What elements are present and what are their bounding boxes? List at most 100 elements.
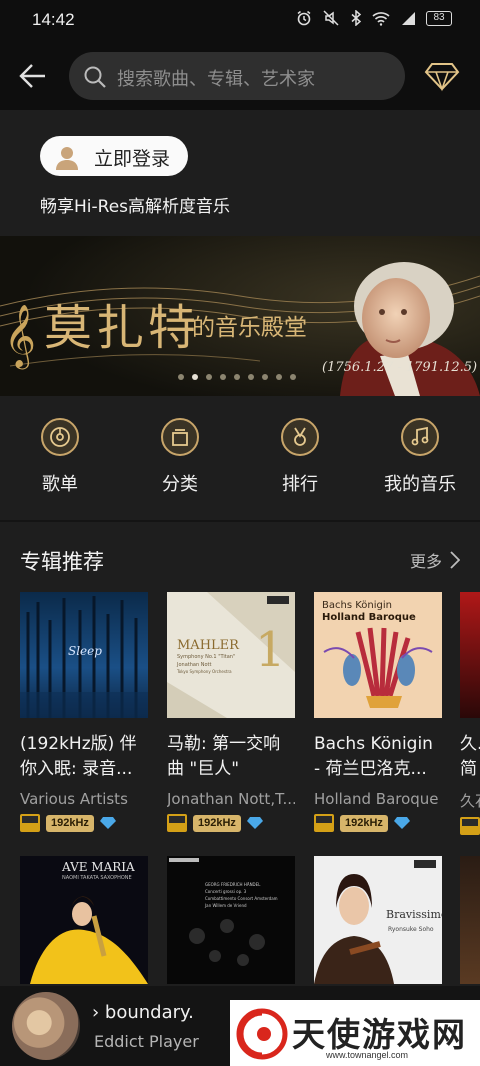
album-card[interactable]: Bachs Königin Holland Baroque Bachs Köni… [314, 592, 442, 832]
category-icon [161, 418, 199, 456]
alarm-icon [296, 10, 312, 26]
album-cover [460, 592, 480, 718]
quality-badges: 192kHz [167, 814, 295, 832]
mute-icon [322, 10, 340, 26]
now-playing-subtitle: Eddict Player [94, 1032, 199, 1051]
section-title: 专辑推荐 [20, 550, 104, 574]
album-cover: Sleep [20, 592, 148, 718]
album-cover-conductor: Jonathan Nott [177, 662, 212, 668]
search-placeholder: 搜索歌曲、专辑、艺术家 [117, 69, 315, 90]
now-playing-cover[interactable] [12, 992, 80, 1060]
more-link[interactable]: 更多 [410, 548, 460, 572]
chevron-right-icon [450, 551, 460, 569]
login-label: 立即登录 [94, 148, 171, 170]
diamond-icon [99, 817, 116, 829]
album-title: Bachs Königin - 荷兰巴洛克... [314, 734, 433, 779]
top-header: 搜索歌曲、专辑、艺术家 [0, 40, 480, 110]
carousel-dot[interactable] [206, 374, 212, 380]
carousel-dot[interactable] [178, 374, 184, 380]
album-card[interactable]: MAHLER Symphony No.1 "Titan" Jonathan No… [167, 592, 295, 832]
album-artist: Various Artists [20, 790, 128, 808]
svg-text:𝄞: 𝄞 [4, 304, 36, 370]
album-cover-number: 1 [255, 622, 286, 678]
back-arrow-icon [19, 64, 45, 88]
album-cover-text: Bachs Königin [322, 600, 392, 611]
carousel-dot[interactable] [220, 374, 226, 380]
album-cover [169, 858, 265, 966]
album-title: (192kHz版) 伴你入眠: 录音... [20, 734, 137, 779]
carousel-dot[interactable] [262, 374, 268, 380]
album-cover-subtitle: Holland Baroque [322, 612, 416, 623]
carousel-indicator [178, 374, 296, 380]
watermark-url: www.townangel.com [326, 1050, 409, 1060]
album-cover: MAHLER Symphony No.1 "Titan" Jonathan No… [167, 592, 295, 718]
carousel-dot[interactable] [234, 374, 240, 380]
album-artist: Jonathan Nott,T... [167, 790, 295, 808]
nav-categories[interactable]: 分类 [140, 418, 220, 502]
album-cover-orchestra: Tokyo Symphony Orchestra [177, 669, 232, 674]
sample-rate-badge: 192kHz [193, 814, 241, 832]
watermark-text: 天使游戏网 [292, 1015, 467, 1054]
banner-carousel[interactable]: 𝄞 莫扎特 的音乐殿堂 (1756.1.27 - 1791.12.5) [0, 236, 480, 396]
quality-badges: 192kHz [20, 814, 148, 832]
search-input[interactable]: 搜索歌曲、专辑、艺术家 [69, 52, 405, 100]
carousel-dot[interactable] [248, 374, 254, 380]
diamond-icon [246, 817, 263, 829]
album-cover-subtitle: NAOMI TAKATA SAXOPHONE [62, 875, 132, 881]
diamond-icon [424, 63, 460, 92]
hires-badge [20, 814, 40, 832]
album-cover-subtitle: Symphony No.1 "Titan" [177, 654, 236, 660]
album-cover-text: MAHLER [177, 638, 239, 653]
nav-label: 分类 [162, 474, 198, 495]
hires-badge [314, 814, 334, 832]
watermark: 天使游戏网 www.townangel.com [230, 1000, 480, 1066]
music-note-icon [401, 418, 439, 456]
banner-title: 莫扎特 [44, 300, 201, 356]
carousel-dot[interactable] [290, 374, 296, 380]
nav-label: 歌单 [42, 474, 78, 495]
album-card[interactable]: AVE MARIA NAOMI TAKATA SAXOPHONE [20, 856, 148, 984]
nav-rankings[interactable]: 排行 [260, 418, 340, 502]
album-cover [460, 856, 480, 984]
album-cover-text: Sleep [68, 644, 102, 658]
album-cover-ensemble: Combattimento Consort Amsterdam [205, 896, 278, 901]
nav-label: 排行 [282, 474, 318, 495]
album-title: 久...简 [460, 734, 480, 779]
hires-badge [167, 814, 187, 832]
login-section: 立即登录 畅享Hi-Res高解析度音乐 [0, 110, 480, 236]
nav-label: 我的音乐 [384, 474, 456, 495]
battery-indicator: 83 [426, 10, 452, 26]
nav-playlists[interactable]: 歌单 [20, 418, 100, 502]
sample-rate-badge: 192kHz [46, 814, 94, 832]
avatar-icon [54, 144, 80, 174]
status-time: 14:42 [32, 10, 75, 29]
more-label: 更多 [409, 552, 442, 571]
nav-my-music[interactable]: 我的音乐 [380, 418, 460, 502]
hires-badge [460, 817, 480, 835]
album-cover-text: Bravissimo [386, 908, 442, 921]
carousel-dot[interactable] [276, 374, 282, 380]
carousel-dot[interactable] [192, 374, 198, 380]
nav-row: 歌单 分类 排行 我的音乐 [0, 396, 480, 520]
album-cover: Bachs Königin Holland Baroque [314, 592, 442, 718]
now-playing-title: › boundary. [92, 1002, 194, 1023]
album-card[interactable]: Sleep (192kHz版) 伴你入眠: 录音... Various Arti… [20, 592, 148, 832]
album-card[interactable]: Bravissimo Ryonsuke Soho [314, 856, 442, 984]
quality-badges [460, 817, 480, 835]
vip-button[interactable] [424, 60, 460, 92]
quality-badges: 192kHz [314, 814, 442, 832]
album-card[interactable] [460, 856, 480, 984]
ranking-medal-icon [281, 418, 319, 456]
album-card[interactable]: GEORG FRIEDRICH HÄNDEL Concerti grossi o… [167, 856, 295, 984]
status-icons: 83 [296, 10, 452, 26]
back-button[interactable] [18, 60, 50, 92]
album-cover-text: GEORG FRIEDRICH HÄNDEL [205, 882, 261, 887]
album-title: 马勒: 第一交响曲 "巨人" [167, 734, 281, 779]
login-button[interactable]: 立即登录 [40, 136, 188, 176]
banner-title-suffix: 的音乐殿堂 [192, 315, 307, 341]
banner-dates: (1756.1.27 - 1791.12.5) [322, 360, 478, 375]
album-cover-subtitle: Concerti grossi op. 3 [205, 889, 247, 894]
sample-rate-badge: 192kHz [340, 814, 388, 832]
album-artist: 久石 [460, 792, 480, 810]
album-card[interactable]: 久...简 久石 [460, 592, 480, 835]
